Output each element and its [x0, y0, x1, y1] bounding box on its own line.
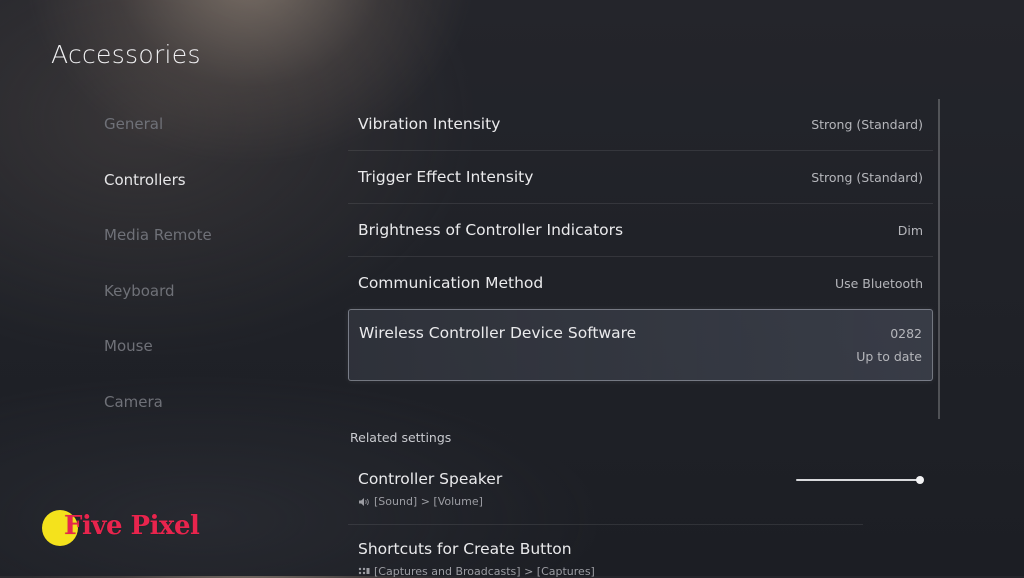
sidebar-item-controllers[interactable]: Controllers [104, 168, 212, 224]
related-item-label: Controller Speaker [358, 470, 503, 488]
related-item-controller-speaker[interactable]: Controller Speaker [Sound] > [Volume] [348, 466, 863, 525]
software-version: 0282 [890, 326, 922, 341]
related-item-label: Shortcuts for Create Button [358, 540, 572, 558]
slider-thumb[interactable] [916, 476, 924, 484]
setting-trigger-effect-intensity[interactable]: Trigger Effect Intensity Strong (Standar… [348, 151, 933, 204]
sidebar-item-media-remote[interactable]: Media Remote [104, 223, 212, 279]
related-item-path-text: [Sound] > [Volume] [374, 495, 483, 508]
related-item-shortcuts-for-create-button[interactable]: Shortcuts for Create Button [Captures an… [348, 536, 863, 578]
sidebar-item-camera[interactable]: Camera [104, 390, 212, 446]
setting-wireless-controller-device-software[interactable]: Wireless Controller Device Software 0282… [348, 309, 933, 381]
scrollbar[interactable] [938, 99, 940, 419]
sidebar-nav: General Controllers Media Remote Keyboar… [104, 112, 212, 445]
setting-communication-method[interactable]: Communication Method Use Bluetooth [348, 257, 933, 309]
speaker-icon [359, 497, 369, 506]
setting-label: Vibration Intensity [358, 115, 501, 133]
controller-speaker-volume-slider[interactable] [796, 474, 924, 486]
settings-list: Vibration Intensity Strong (Standard) Tr… [348, 98, 933, 381]
watermark-logo: Five Pixel [40, 508, 200, 548]
setting-value: Strong (Standard) [811, 170, 923, 185]
sidebar-item-mouse[interactable]: Mouse [104, 334, 212, 390]
related-settings-header: Related settings [350, 430, 452, 445]
setting-label: Communication Method [358, 274, 544, 292]
setting-value: Dim [897, 223, 923, 238]
setting-value: Use Bluetooth [834, 276, 923, 291]
watermark-text: Five Pixel [64, 511, 200, 541]
setting-value: Strong (Standard) [811, 117, 923, 132]
page-title: Accessories [51, 40, 201, 69]
setting-label: Brightness of Controller Indicators [358, 221, 624, 239]
sidebar-item-general[interactable]: General [104, 112, 212, 168]
update-status: Up to date [856, 349, 922, 364]
related-item-path: [Captures and Broadcasts] > [Captures] [358, 565, 595, 578]
slider-track [796, 479, 920, 481]
setting-brightness-of-controller-indicators[interactable]: Brightness of Controller Indicators Dim [348, 204, 933, 257]
setting-label: Wireless Controller Device Software [359, 324, 637, 342]
setting-label: Trigger Effect Intensity [358, 168, 534, 186]
related-item-path: [Sound] > [Volume] [358, 495, 483, 508]
captures-icon [358, 567, 370, 574]
related-item-path-text: [Captures and Broadcasts] > [Captures] [374, 565, 595, 578]
sidebar-item-keyboard[interactable]: Keyboard [104, 279, 212, 335]
setting-vibration-intensity[interactable]: Vibration Intensity Strong (Standard) [348, 98, 933, 151]
